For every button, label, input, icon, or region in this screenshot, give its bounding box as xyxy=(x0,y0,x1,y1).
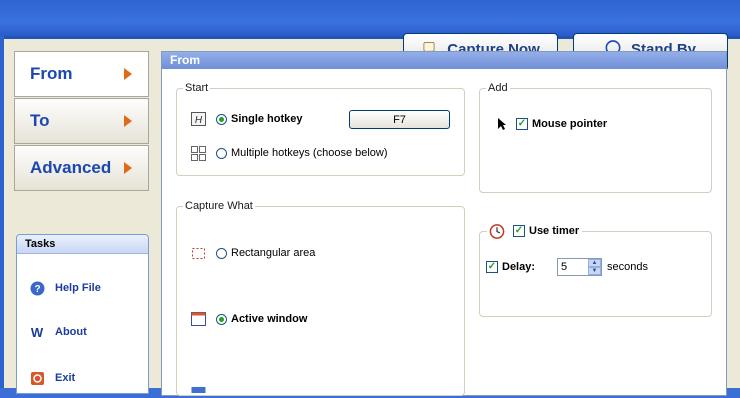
help-file-link[interactable]: ? Help File xyxy=(29,280,101,296)
active-window-option[interactable]: Active window xyxy=(190,311,307,327)
svg-text:H: H xyxy=(194,115,202,126)
multiple-hotkeys-radio[interactable] xyxy=(216,147,227,159)
use-timer-option[interactable]: ✓ Use timer xyxy=(487,223,583,239)
seconds-label: seconds xyxy=(607,261,649,273)
full-screen-option-partial[interactable] xyxy=(190,382,216,398)
capture-what-title: Capture What xyxy=(183,200,255,212)
multiple-hotkeys-icon xyxy=(190,145,206,161)
about-label: About xyxy=(55,326,87,338)
alarm-clock-icon xyxy=(489,223,505,239)
nav-to-label: To xyxy=(30,111,50,130)
exit-label: Exit xyxy=(55,372,76,384)
about-link[interactable]: W About xyxy=(29,324,87,340)
start-group: Start xyxy=(176,82,465,176)
window-icon xyxy=(190,311,206,327)
rectangular-area-label: Rectangular area xyxy=(231,247,316,259)
chevron-right-icon xyxy=(124,162,132,174)
mouse-pointer-option[interactable]: ✓ Mouse pointer xyxy=(494,116,607,132)
active-window-label: Active window xyxy=(231,313,308,325)
multiple-hotkeys-option[interactable]: Multiple hotkeys (choose below) xyxy=(190,145,388,161)
panel-title: From xyxy=(162,52,726,69)
single-hotkey-radio[interactable] xyxy=(216,113,227,125)
single-hotkey-label: Single hotkey xyxy=(231,113,303,125)
exit-link[interactable]: Exit xyxy=(29,370,75,386)
rectangle-select-icon xyxy=(190,245,206,261)
single-hotkey-option[interactable]: H Single hotkey xyxy=(190,111,303,127)
help-icon: ? xyxy=(29,280,45,296)
help-file-label: Help File xyxy=(55,282,101,294)
stepper-down-icon[interactable]: ▼ xyxy=(588,267,602,275)
use-timer-label: Use timer xyxy=(529,225,580,237)
window-border xyxy=(0,36,4,388)
active-window-radio[interactable] xyxy=(216,313,227,325)
hotkey-f7-button[interactable]: F7 xyxy=(349,110,450,129)
chevron-right-icon xyxy=(124,115,132,127)
mouse-pointer-label: Mouse pointer xyxy=(532,118,608,130)
start-group-title: Start xyxy=(183,82,211,94)
mouse-pointer-checkbox[interactable]: ✓ xyxy=(516,118,528,130)
exit-icon xyxy=(29,370,45,386)
delay-row: ✓ Delay: 5 ▲ ▼ seconds xyxy=(486,258,648,276)
delay-value[interactable]: 5 xyxy=(558,261,588,273)
delay-label: Delay: xyxy=(502,261,536,273)
chevron-right-icon xyxy=(124,68,132,80)
title-band xyxy=(0,0,740,36)
add-group: Add xyxy=(479,82,712,193)
rectangular-area-radio[interactable] xyxy=(216,247,227,259)
use-timer-checkbox[interactable]: ✓ xyxy=(513,225,525,237)
nav-advanced[interactable]: Advanced xyxy=(14,145,149,191)
delay-stepper[interactable]: 5 ▲ ▼ xyxy=(557,258,603,276)
about-w-icon: W xyxy=(30,324,44,340)
stepper-up-icon[interactable]: ▲ xyxy=(588,259,602,267)
capture-what-group: Capture What xyxy=(176,200,465,396)
nav-from[interactable]: From xyxy=(14,51,149,97)
rectangular-area-option[interactable]: Rectangular area xyxy=(190,245,315,261)
hotkey-value: F7 xyxy=(393,113,406,126)
delay-checkbox[interactable]: ✓ xyxy=(486,261,498,273)
nav-to[interactable]: To xyxy=(14,98,149,144)
screen-icon xyxy=(190,382,206,398)
multiple-hotkeys-label: Multiple hotkeys (choose below) xyxy=(231,147,388,159)
nav-advanced-label: Advanced xyxy=(30,158,112,177)
mouse-pointer-icon xyxy=(494,116,510,132)
hotkey-icon: H xyxy=(190,111,206,127)
tasks-pane: Tasks ? Help File W About Exit xyxy=(16,234,149,394)
svg-text:?: ? xyxy=(34,284,40,295)
add-group-title: Add xyxy=(486,82,510,94)
tasks-title: Tasks xyxy=(17,235,148,254)
nav-from-label: From xyxy=(30,64,73,83)
